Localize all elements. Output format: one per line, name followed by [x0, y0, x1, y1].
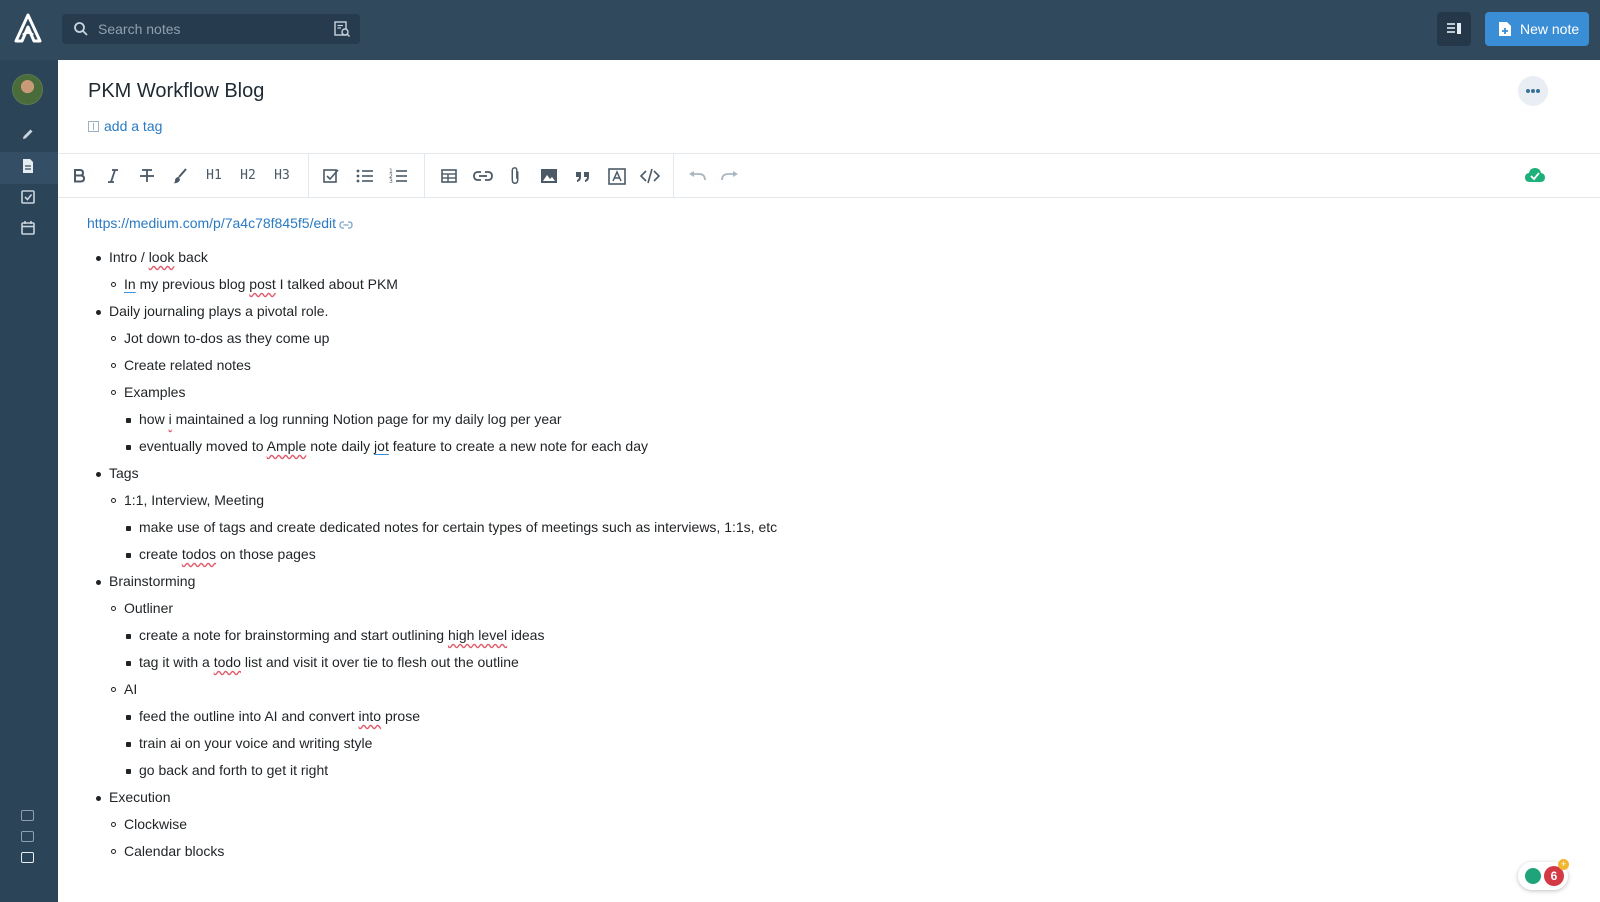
list-item[interactable]: Jot down to-dos as they come up: [110, 330, 329, 346]
calendar-icon[interactable]: [20, 220, 36, 236]
more-dots-icon: [1526, 89, 1530, 93]
top-bar: New note: [0, 0, 1600, 60]
add-tag-label: add a tag: [104, 118, 163, 134]
layout-full-icon[interactable]: [21, 852, 34, 863]
redo-icon[interactable]: [719, 166, 741, 186]
toolbar-divider: [308, 154, 309, 198]
list-item[interactable]: make use of tags and create dedicated no…: [125, 519, 777, 535]
undo-icon[interactable]: [686, 166, 708, 186]
list-item[interactable]: 1:1, Interview, Meeting: [110, 492, 264, 508]
heading2-button[interactable]: H2: [239, 168, 257, 188]
list-item[interactable]: tag it with a todo list and visit it ove…: [126, 654, 519, 670]
list-item[interactable]: create todos on those pages: [126, 546, 316, 562]
link-icon: [339, 221, 353, 229]
strikethrough-icon[interactable]: [138, 166, 156, 186]
layout-split-icon[interactable]: [21, 810, 34, 821]
formatting-toolbar: H1 H2 H3 1 2 3: [58, 153, 1600, 198]
list-item[interactable]: AI: [110, 681, 137, 697]
list-item[interactable]: Examples: [110, 384, 185, 400]
link-icon[interactable]: [472, 166, 494, 186]
side-panel-icon: [1447, 23, 1461, 34]
list-item[interactable]: Outliner: [110, 600, 173, 616]
note-link[interactable]: https://medium.com/p/7a4c78f845f5/edit: [87, 215, 353, 231]
left-sidebar: [0, 60, 58, 902]
list-item[interactable]: Tags: [96, 465, 139, 481]
list-item[interactable]: Calendar blocks: [110, 843, 224, 859]
new-note-button[interactable]: New note: [1485, 12, 1589, 46]
lightbulb-icon: [1525, 868, 1541, 884]
text-box-icon[interactable]: [608, 166, 626, 186]
list-item[interactable]: Daily journaling plays a pivotal role.: [95, 303, 328, 319]
list-item[interactable]: feed the outline into AI and convert int…: [126, 708, 420, 724]
toggle-panel-button[interactable]: [1437, 12, 1471, 46]
advanced-search-icon[interactable]: [333, 20, 351, 38]
list-item[interactable]: Intro / look back: [96, 249, 208, 265]
note-title[interactable]: PKM Workflow Blog: [88, 80, 264, 103]
tasks-icon[interactable]: [20, 189, 36, 205]
toolbar-divider: [424, 154, 425, 198]
heading1-button[interactable]: H1: [205, 168, 223, 188]
notes-icon[interactable]: [20, 158, 36, 174]
edit-pencil-icon[interactable]: [20, 126, 36, 142]
checklist-icon[interactable]: [322, 166, 340, 186]
add-tag-link[interactable]: add a tag: [88, 118, 162, 134]
search-input[interactable]: [98, 14, 318, 44]
note-editor: PKM Workflow Blog add a tag H1 H2 H3 1 2…: [58, 60, 1600, 902]
list-item[interactable]: create a note for brainstorming and star…: [125, 627, 544, 643]
cloud-saved-icon: [1525, 168, 1545, 182]
list-item[interactable]: Brainstorming: [95, 573, 195, 589]
tag-icon: [88, 121, 99, 132]
list-item[interactable]: how i maintained a log running Notion pa…: [126, 411, 562, 427]
plus-badge: +: [1558, 859, 1569, 870]
help-widget[interactable]: 6 +: [1518, 859, 1569, 890]
search-icon: [74, 22, 88, 36]
search-box[interactable]: [62, 14, 360, 44]
new-note-icon: [1499, 22, 1511, 36]
list-item[interactable]: Execution: [95, 789, 170, 805]
code-icon[interactable]: [640, 166, 660, 186]
bold-icon[interactable]: [72, 166, 86, 186]
list-item[interactable]: go back and forth to get it right: [125, 762, 328, 778]
italic-icon[interactable]: [106, 166, 120, 186]
new-note-label: New note: [1520, 21, 1580, 37]
svg-text:3: 3: [389, 178, 393, 185]
list-item[interactable]: Create related notes: [111, 357, 251, 373]
toolbar-divider: [673, 154, 674, 198]
list-item[interactable]: In my previous blog post I talked about …: [111, 276, 398, 292]
quote-icon[interactable]: [574, 166, 592, 186]
ample-logo-icon[interactable]: [14, 13, 42, 45]
layout-list-icon[interactable]: [21, 831, 34, 842]
list-item[interactable]: eventually moved to Ample note daily jot…: [125, 438, 648, 454]
image-icon[interactable]: [540, 166, 558, 186]
list-item[interactable]: Clockwise: [110, 816, 187, 832]
list-item[interactable]: train ai on your voice and writing style: [125, 735, 372, 751]
heading3-button[interactable]: H3: [273, 168, 291, 188]
numbered-list-icon[interactable]: 1 2 3: [389, 166, 409, 186]
highlight-brush-icon[interactable]: [171, 166, 189, 186]
user-avatar[interactable]: [12, 74, 43, 105]
attachment-icon[interactable]: [508, 166, 522, 186]
table-icon[interactable]: [440, 166, 458, 186]
note-options-button[interactable]: [1518, 76, 1548, 106]
bullet-list-icon[interactable]: [355, 166, 375, 186]
note-link-text[interactable]: https://medium.com/p/7a4c78f845f5/edit: [87, 215, 336, 231]
